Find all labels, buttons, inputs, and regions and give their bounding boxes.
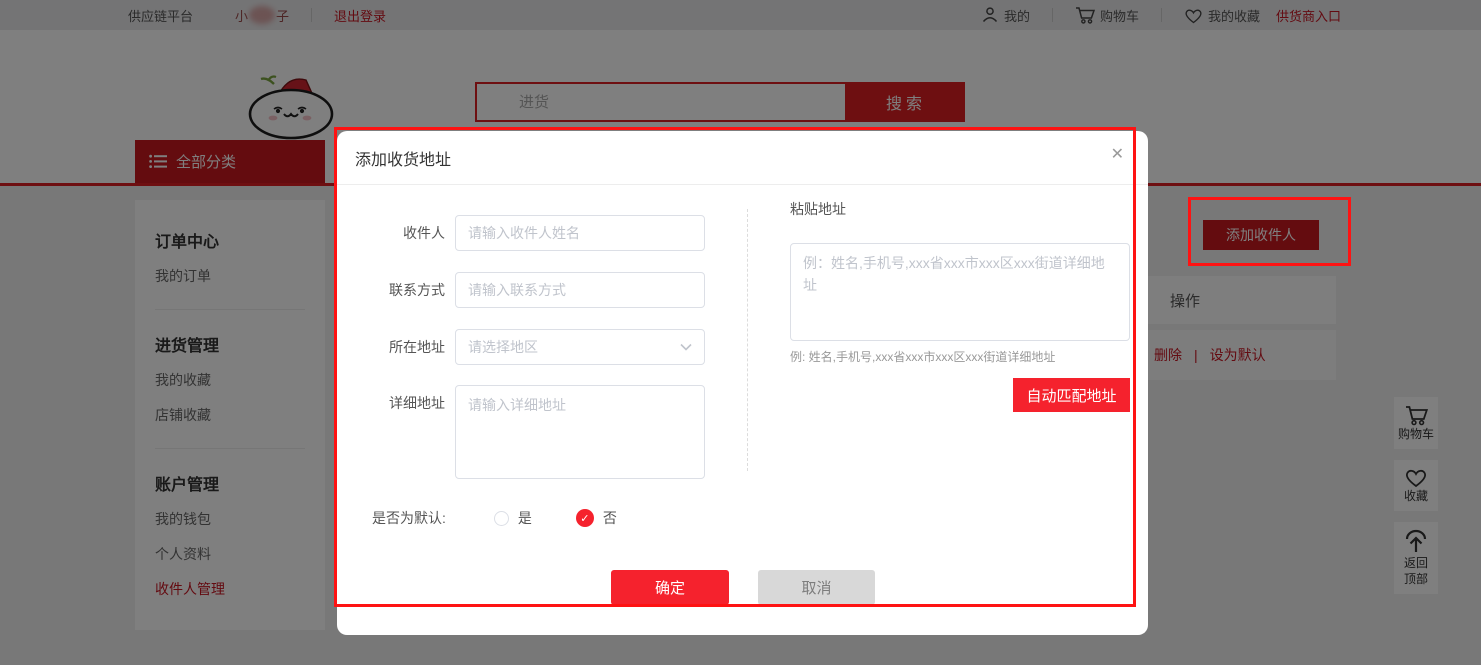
chevron-down-icon [680,343,692,351]
contact-label: 联系方式 [337,272,445,308]
contact-input[interactable] [455,272,705,308]
radio-no-checked[interactable]: ✓ [576,509,594,527]
radio-yes-unchecked[interactable] [494,511,509,526]
region-label: 所在地址 [337,329,445,365]
add-address-modal: 添加收货地址 ✕ 收件人 联系方式 所在地址 请选择地区 详细地址 粘贴地址 例… [337,131,1148,635]
radio-no-label[interactable]: 否 [603,508,617,528]
region-select[interactable]: 请选择地区 [455,329,705,365]
paste-helper-text: 例: 姓名,手机号,xxx省xxx市xxx区xxx街道详细地址 [790,348,1140,365]
recipient-input[interactable] [455,215,705,251]
default-option-row: 是否为默认: 是 ✓ 否 [372,507,617,529]
check-icon: ✓ [580,512,589,525]
radio-yes-label[interactable]: 是 [518,508,532,528]
close-icon[interactable]: ✕ [1111,147,1124,163]
detail-address-textarea[interactable] [455,385,705,479]
default-label: 是否为默认: [372,508,446,528]
auto-match-button[interactable]: 自动匹配地址 [1013,378,1130,412]
cancel-button[interactable]: 取消 [758,570,875,605]
divider [747,209,748,471]
paste-address-textarea[interactable] [790,243,1130,341]
modal-header: 添加收货地址 ✕ [337,131,1148,185]
recipient-label: 收件人 [337,215,445,251]
paste-address-label: 粘贴地址 [790,199,846,219]
detail-address-label: 详细地址 [337,385,445,421]
modal-title: 添加收货地址 [355,146,451,170]
confirm-button[interactable]: 确定 [611,570,729,605]
